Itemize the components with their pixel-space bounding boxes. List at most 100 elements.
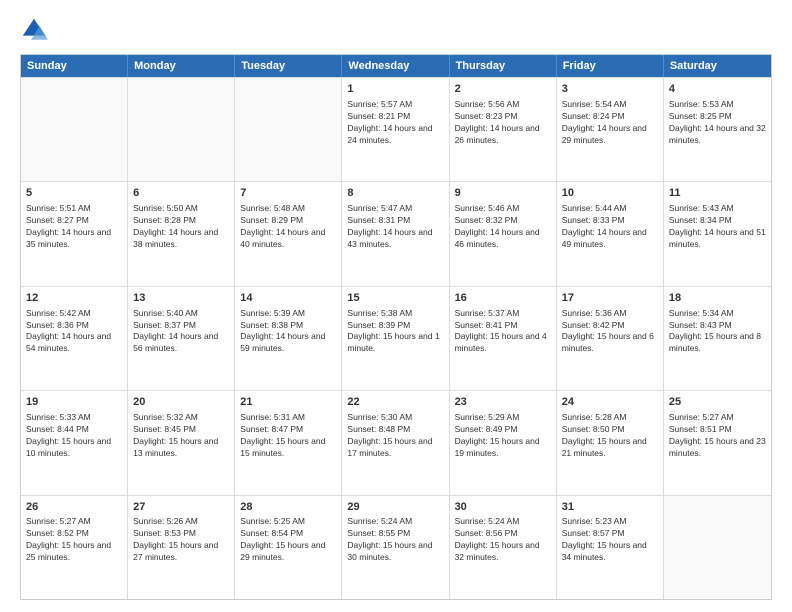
calendar-cell: 5 Sunrise: 5:51 AM Sunset: 8:27 PM Daylig… bbox=[21, 182, 128, 285]
cell-day-number: 20 bbox=[133, 395, 229, 410]
calendar-cell: 25 Sunrise: 5:27 AM Sunset: 8:51 PM Dayli… bbox=[664, 391, 771, 494]
cell-day-number: 19 bbox=[26, 395, 122, 410]
cell-info: Sunrise: 5:30 AM Sunset: 8:48 PM Dayligh… bbox=[347, 412, 443, 460]
cell-day-number: 9 bbox=[455, 186, 551, 201]
header-day-thursday: Thursday bbox=[450, 55, 557, 77]
cell-day-number: 31 bbox=[562, 500, 658, 515]
cell-info: Sunrise: 5:39 AM Sunset: 8:38 PM Dayligh… bbox=[240, 308, 336, 356]
cell-day-number: 22 bbox=[347, 395, 443, 410]
header-day-monday: Monday bbox=[128, 55, 235, 77]
cell-day-number: 12 bbox=[26, 291, 122, 306]
calendar-cell: 2 Sunrise: 5:56 AM Sunset: 8:23 PM Daylig… bbox=[450, 78, 557, 181]
calendar-cell bbox=[235, 78, 342, 181]
calendar-cell: 14Sunrise: 5:39 AM Sunset: 8:38 PM Dayli… bbox=[235, 287, 342, 390]
calendar-cell: 8Sunrise: 5:47 AM Sunset: 8:31 PM Daylig… bbox=[342, 182, 449, 285]
cell-day-number: 2 bbox=[455, 82, 551, 97]
calendar-cell: 12 Sunrise: 5:42 AM Sunset: 8:36 PM Dayli… bbox=[21, 287, 128, 390]
calendar-cell: 26Sunrise: 5:27 AM Sunset: 8:52 PM Dayli… bbox=[21, 496, 128, 599]
cell-day-number: 10 bbox=[562, 186, 658, 201]
logo bbox=[20, 16, 52, 44]
calendar-cell: 27Sunrise: 5:26 AM Sunset: 8:53 PM Dayli… bbox=[128, 496, 235, 599]
cell-day-number: 21 bbox=[240, 395, 336, 410]
calendar-cell: 17 Sunrise: 5:36 AM Sunset: 8:42 PM Dayli… bbox=[557, 287, 664, 390]
cell-info: Sunrise: 5:42 AM Sunset: 8:36 PM Dayligh… bbox=[26, 308, 122, 356]
calendar-row: 1Sunrise: 5:57 AM Sunset: 8:21 PM Daylig… bbox=[21, 77, 771, 181]
cell-info: Sunrise: 5:44 AM Sunset: 8:33 PM Dayligh… bbox=[562, 203, 658, 251]
cell-day-number: 28 bbox=[240, 500, 336, 515]
header-day-wednesday: Wednesday bbox=[342, 55, 449, 77]
cell-day-number: 6 bbox=[133, 186, 229, 201]
calendar-cell: 21 Sunrise: 5:31 AM Sunset: 8:47 PM Dayli… bbox=[235, 391, 342, 494]
calendar-cell: 30Sunrise: 5:24 AM Sunset: 8:56 PM Dayli… bbox=[450, 496, 557, 599]
calendar-cell: 22 Sunrise: 5:30 AM Sunset: 8:48 PM Dayli… bbox=[342, 391, 449, 494]
calendar-cell: 23Sunrise: 5:29 AM Sunset: 8:49 PM Dayli… bbox=[450, 391, 557, 494]
calendar-cell: 10 Sunrise: 5:44 AM Sunset: 8:33 PM Dayli… bbox=[557, 182, 664, 285]
cell-info: Sunrise: 5:32 AM Sunset: 8:45 PM Dayligh… bbox=[133, 412, 229, 460]
cell-day-number: 17 bbox=[562, 291, 658, 306]
calendar-body: 1Sunrise: 5:57 AM Sunset: 8:21 PM Daylig… bbox=[21, 77, 771, 599]
calendar-cell bbox=[664, 496, 771, 599]
calendar-cell: 3Sunrise: 5:54 AM Sunset: 8:24 PM Daylig… bbox=[557, 78, 664, 181]
page-header bbox=[20, 16, 772, 44]
cell-day-number: 30 bbox=[455, 500, 551, 515]
cell-day-number: 7 bbox=[240, 186, 336, 201]
cell-day-number: 5 bbox=[26, 186, 122, 201]
calendar-cell: 1Sunrise: 5:57 AM Sunset: 8:21 PM Daylig… bbox=[342, 78, 449, 181]
calendar-cell: 18 Sunrise: 5:34 AM Sunset: 8:43 PM Dayli… bbox=[664, 287, 771, 390]
cell-info: Sunrise: 5:50 AM Sunset: 8:28 PM Dayligh… bbox=[133, 203, 229, 251]
cell-info: Sunrise: 5:46 AM Sunset: 8:32 PM Dayligh… bbox=[455, 203, 551, 251]
cell-info: Sunrise: 5:27 AM Sunset: 8:51 PM Dayligh… bbox=[669, 412, 766, 460]
cell-info: Sunrise: 5:26 AM Sunset: 8:53 PM Dayligh… bbox=[133, 516, 229, 564]
cell-info: Sunrise: 5:53 AM Sunset: 8:25 PM Dayligh… bbox=[669, 99, 766, 147]
cell-info: Sunrise: 5:56 AM Sunset: 8:23 PM Dayligh… bbox=[455, 99, 551, 147]
cell-info: Sunrise: 5:48 AM Sunset: 8:29 PM Dayligh… bbox=[240, 203, 336, 251]
cell-info: Sunrise: 5:38 AM Sunset: 8:39 PM Dayligh… bbox=[347, 308, 443, 356]
calendar-cell: 28Sunrise: 5:25 AM Sunset: 8:54 PM Dayli… bbox=[235, 496, 342, 599]
calendar-cell: 13 Sunrise: 5:40 AM Sunset: 8:37 PM Dayli… bbox=[128, 287, 235, 390]
cell-day-number: 25 bbox=[669, 395, 766, 410]
header-day-tuesday: Tuesday bbox=[235, 55, 342, 77]
calendar-row: 26Sunrise: 5:27 AM Sunset: 8:52 PM Dayli… bbox=[21, 495, 771, 599]
cell-info: Sunrise: 5:28 AM Sunset: 8:50 PM Dayligh… bbox=[562, 412, 658, 460]
cell-day-number: 18 bbox=[669, 291, 766, 306]
cell-info: Sunrise: 5:25 AM Sunset: 8:54 PM Dayligh… bbox=[240, 516, 336, 564]
cell-info: Sunrise: 5:57 AM Sunset: 8:21 PM Dayligh… bbox=[347, 99, 443, 147]
cell-info: Sunrise: 5:43 AM Sunset: 8:34 PM Dayligh… bbox=[669, 203, 766, 251]
calendar: SundayMondayTuesdayWednesdayThursdayFrid… bbox=[20, 54, 772, 600]
cell-day-number: 27 bbox=[133, 500, 229, 515]
cell-day-number: 4 bbox=[669, 82, 766, 97]
cell-info: Sunrise: 5:37 AM Sunset: 8:41 PM Dayligh… bbox=[455, 308, 551, 356]
cell-info: Sunrise: 5:33 AM Sunset: 8:44 PM Dayligh… bbox=[26, 412, 122, 460]
calendar-cell: 11Sunrise: 5:43 AM Sunset: 8:34 PM Dayli… bbox=[664, 182, 771, 285]
cell-info: Sunrise: 5:23 AM Sunset: 8:57 PM Dayligh… bbox=[562, 516, 658, 564]
calendar-cell: 15Sunrise: 5:38 AM Sunset: 8:39 PM Dayli… bbox=[342, 287, 449, 390]
cell-info: Sunrise: 5:34 AM Sunset: 8:43 PM Dayligh… bbox=[669, 308, 766, 356]
cell-day-number: 23 bbox=[455, 395, 551, 410]
calendar-header: SundayMondayTuesdayWednesdayThursdayFrid… bbox=[21, 55, 771, 77]
logo-icon bbox=[20, 16, 48, 44]
calendar-cell: 7 Sunrise: 5:48 AM Sunset: 8:29 PM Daylig… bbox=[235, 182, 342, 285]
calendar-cell: 4 Sunrise: 5:53 AM Sunset: 8:25 PM Daylig… bbox=[664, 78, 771, 181]
cell-info: Sunrise: 5:40 AM Sunset: 8:37 PM Dayligh… bbox=[133, 308, 229, 356]
cell-day-number: 24 bbox=[562, 395, 658, 410]
cell-day-number: 8 bbox=[347, 186, 443, 201]
calendar-cell: 29Sunrise: 5:24 AM Sunset: 8:55 PM Dayli… bbox=[342, 496, 449, 599]
calendar-cell: 9 Sunrise: 5:46 AM Sunset: 8:32 PM Daylig… bbox=[450, 182, 557, 285]
cell-day-number: 16 bbox=[455, 291, 551, 306]
cell-day-number: 13 bbox=[133, 291, 229, 306]
cell-info: Sunrise: 5:51 AM Sunset: 8:27 PM Dayligh… bbox=[26, 203, 122, 251]
header-day-sunday: Sunday bbox=[21, 55, 128, 77]
calendar-row: 5 Sunrise: 5:51 AM Sunset: 8:27 PM Daylig… bbox=[21, 181, 771, 285]
calendar-row: 12 Sunrise: 5:42 AM Sunset: 8:36 PM Dayli… bbox=[21, 286, 771, 390]
cell-info: Sunrise: 5:31 AM Sunset: 8:47 PM Dayligh… bbox=[240, 412, 336, 460]
cell-info: Sunrise: 5:24 AM Sunset: 8:56 PM Dayligh… bbox=[455, 516, 551, 564]
calendar-cell: 16 Sunrise: 5:37 AM Sunset: 8:41 PM Dayli… bbox=[450, 287, 557, 390]
cell-info: Sunrise: 5:54 AM Sunset: 8:24 PM Dayligh… bbox=[562, 99, 658, 147]
calendar-cell bbox=[21, 78, 128, 181]
cell-info: Sunrise: 5:27 AM Sunset: 8:52 PM Dayligh… bbox=[26, 516, 122, 564]
calendar-cell: 6 Sunrise: 5:50 AM Sunset: 8:28 PM Daylig… bbox=[128, 182, 235, 285]
calendar-cell: 24 Sunrise: 5:28 AM Sunset: 8:50 PM Dayli… bbox=[557, 391, 664, 494]
calendar-cell: 31Sunrise: 5:23 AM Sunset: 8:57 PM Dayli… bbox=[557, 496, 664, 599]
header-day-saturday: Saturday bbox=[664, 55, 771, 77]
cell-info: Sunrise: 5:36 AM Sunset: 8:42 PM Dayligh… bbox=[562, 308, 658, 356]
